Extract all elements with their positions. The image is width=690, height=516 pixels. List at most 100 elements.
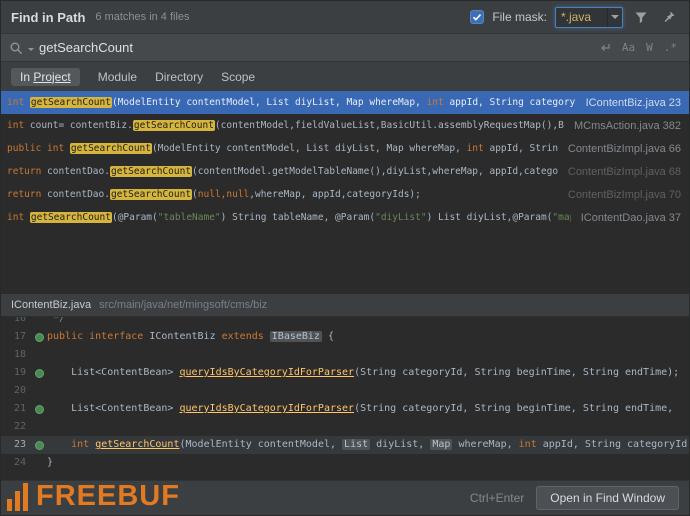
code-segment: List<ContentBean> [47, 403, 179, 414]
code-segment: public interface [47, 331, 149, 342]
newline-icon[interactable] [599, 42, 611, 54]
match-highlight: getSearchCount [133, 120, 215, 131]
chevron-down-icon[interactable] [607, 8, 622, 27]
result-row[interactable]: int getSearchCount(@Param("tableName") S… [1, 206, 689, 229]
implement-gutter-icon[interactable] [31, 369, 47, 378]
code-segment: null,null [198, 189, 249, 200]
file-mask-value: *.java [556, 10, 607, 24]
result-row[interactable]: public int getSearchCount(ModelEntity co… [1, 137, 689, 160]
code-segment: return [7, 189, 47, 200]
open-shortcut-hint: Ctrl+Enter [470, 491, 524, 505]
scope-tab-module[interactable]: Module [98, 70, 137, 84]
result-file-location: ContentBizImpl.java 68 [568, 166, 681, 178]
funnel-icon [634, 10, 648, 24]
code-segment: (@Param( [112, 212, 158, 223]
code-text: } [47, 454, 689, 472]
code-segment: IContentBiz [149, 331, 221, 342]
code-line: 16 */ [1, 317, 689, 328]
scope-tabs: In Project Module Directory Scope [1, 62, 689, 91]
result-file-location: IContentBiz.java 23 [586, 97, 681, 109]
code-line: 22 [1, 418, 689, 436]
code-segment: ) List diyList,@Param( [427, 212, 553, 223]
open-in-find-window-button[interactable]: Open in Find Window [536, 486, 679, 510]
regex-toggle[interactable]: .* [664, 41, 677, 54]
scope-tab-scope[interactable]: Scope [221, 70, 255, 84]
code-segment: queryIdsByCategoryIdForParser [179, 367, 354, 378]
result-text: int getSearchCount(@Param("tableName") S… [7, 212, 571, 223]
code-segment: (ModelEntity contentModel, List diyList,… [152, 143, 467, 154]
result-text: return contentDao.getSearchCount(content… [7, 166, 558, 177]
code-segment: */ [47, 317, 65, 324]
code-segment: "map" [552, 212, 570, 223]
search-options: Aa W .* [599, 41, 681, 54]
code-line: 17public interface IContentBiz extends I… [1, 328, 689, 346]
implement-gutter-icon[interactable] [31, 405, 47, 414]
match-case-toggle[interactable]: Aa [622, 41, 635, 54]
result-file-location: MCmsAction.java 382 [574, 120, 681, 132]
file-mask-checkbox[interactable] [470, 10, 484, 24]
line-number: 22 [1, 418, 31, 436]
search-input[interactable] [39, 40, 594, 55]
code-line: 23 int getSearchCount(ModelEntity conten… [1, 436, 689, 454]
code-segment: whereMap, [452, 439, 518, 450]
code-segment [47, 439, 71, 450]
code-line: 19 List<ContentBean> queryIdsByCategoryI… [1, 364, 689, 382]
line-number: 24 [1, 454, 31, 472]
code-segment: appId, String categoryId [537, 439, 688, 450]
match-highlight: getSearchCount [30, 97, 112, 108]
result-row[interactable]: return contentDao.getSearchCount(content… [1, 160, 689, 183]
code-segment: return [7, 166, 47, 177]
code-text: */ [47, 317, 689, 328]
code-segment: List [342, 439, 370, 450]
code-segment: int [7, 120, 24, 131]
result-row[interactable]: int count= contentBiz.getSearchCount(con… [1, 114, 689, 137]
match-highlight: getSearchCount [110, 189, 192, 200]
pin-window-button[interactable] [659, 7, 679, 27]
dialog-header: Find in Path 6 matches in 4 files File m… [1, 1, 689, 33]
code-line: 24} [1, 454, 689, 472]
result-row[interactable]: int getSearchCount(ModelEntity contentMo… [1, 91, 689, 114]
code-segment: (contentModel.getModelTableName(),diyLis… [192, 166, 558, 177]
scope-tab-directory[interactable]: Directory [155, 70, 203, 84]
result-text: int count= contentBiz.getSearchCount(con… [7, 120, 564, 131]
code-line: 18 [1, 346, 689, 364]
preview-file-name: IContentBiz.java [11, 299, 91, 311]
result-file-location: ContentBizImpl.java 66 [568, 143, 681, 155]
code-text: public interface IContentBiz extends IBa… [47, 328, 689, 346]
code-segment: ) String tableName, @Param( [221, 212, 375, 223]
match-summary: 6 matches in 4 files [95, 11, 462, 23]
filter-options-button[interactable] [631, 7, 651, 27]
line-number: 23 [1, 436, 31, 454]
implement-gutter-icon[interactable] [31, 333, 47, 342]
implement-gutter-icon[interactable] [31, 441, 47, 450]
code-text: List<ContentBean> queryIdsByCategoryIdFo… [47, 400, 689, 418]
whole-words-toggle[interactable]: W [646, 41, 653, 54]
result-text: return contentDao.getSearchCount(null,nu… [7, 189, 558, 200]
file-mask-combobox[interactable]: *.java [555, 7, 623, 28]
code-segment: getSearchCount [95, 439, 179, 450]
code-segment: int [519, 439, 537, 450]
code-segment: Map [430, 439, 452, 450]
code-text: List<ContentBean> queryIdsByCategoryIdFo… [47, 364, 689, 382]
result-row[interactable]: return contentDao.getSearchCount(null,nu… [1, 183, 689, 206]
code-editor[interactable]: 16 */17public interface IContentBiz exte… [1, 317, 689, 480]
code-line: 20 [1, 382, 689, 400]
search-history-chevron-icon[interactable] [28, 48, 34, 54]
code-segment: (contentModel,fieldValueList,BasicUtil.a… [215, 120, 564, 131]
pin-icon [662, 10, 676, 24]
code-segment: diyList, [370, 439, 430, 450]
file-mask-label[interactable]: File mask: [492, 10, 547, 24]
scope-tab-in-project[interactable]: In Project [11, 68, 80, 86]
preview-header: IContentBiz.java src/main/java/net/mings… [1, 294, 689, 317]
match-highlight: getSearchCount [110, 166, 192, 177]
code-segment: (String categoryId, String beginTime, St… [354, 367, 679, 378]
search-bar: Aa W .* [1, 33, 689, 62]
code-segment: List<ContentBean> [47, 367, 179, 378]
code-segment: count= contentBiz. [24, 120, 133, 131]
line-number: 16 [1, 317, 31, 328]
match-highlight: getSearchCount [70, 143, 152, 154]
code-segment: contentDao. [47, 166, 110, 177]
checkmark-icon [472, 12, 482, 22]
dialog-title: Find in Path [11, 10, 85, 25]
result-file-location: IContentDao.java 37 [581, 212, 681, 224]
